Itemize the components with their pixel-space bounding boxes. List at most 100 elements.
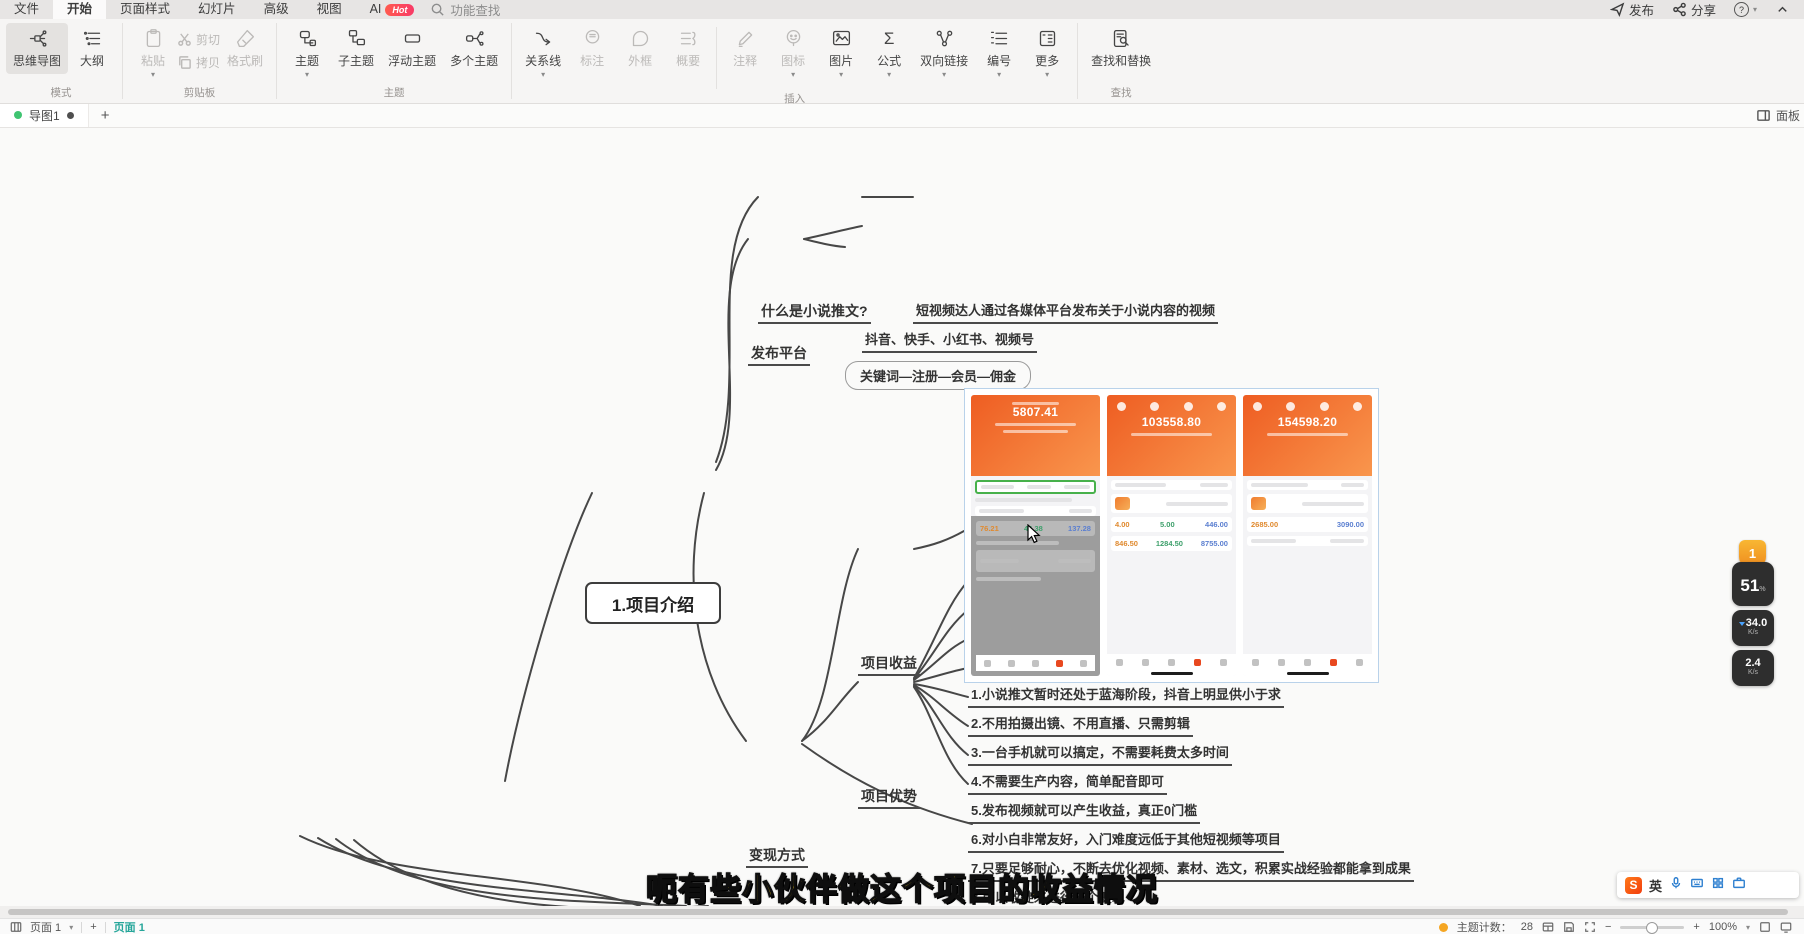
save-icon[interactable] xyxy=(1563,921,1575,933)
net-monitor-widget[interactable]: 1 51% 34.0K/s 2.4K/s xyxy=(1728,540,1778,692)
upload-unit: K/s xyxy=(1732,669,1774,676)
share-label: 分享 xyxy=(1691,0,1716,19)
mic-icon[interactable] xyxy=(1669,876,1683,895)
copy-button[interactable]: 拷贝 xyxy=(177,54,220,71)
sigma-icon: Σ xyxy=(879,28,900,49)
outline-mode-button[interactable]: 大纲 xyxy=(68,23,116,74)
topic-what-is[interactable]: 什么是小说推文? xyxy=(758,303,871,324)
node-what-is-child[interactable]: 短视频达人通过各媒体平台发布关于小说内容的视频 xyxy=(913,303,1218,324)
group-find: 查找和替换 查找 xyxy=(1078,19,1164,103)
callout-button[interactable]: 标注 xyxy=(568,23,616,74)
panel-toggle[interactable]: 面板 xyxy=(1756,107,1804,124)
feature-search-label: 功能查找 xyxy=(450,0,500,19)
ime-toolbar[interactable]: S 英 xyxy=(1617,872,1799,898)
topic-income[interactable]: 项目收益 xyxy=(858,655,920,676)
node-advantage-5[interactable]: 5.发布视频就可以产生收益，真正0门槛 xyxy=(968,803,1200,824)
multi-topic-button[interactable]: 多个主题 xyxy=(443,23,505,74)
toolbox-icon[interactable] xyxy=(1732,876,1746,895)
group-label-insert: 插入 xyxy=(518,89,1071,109)
numbering-button[interactable]: 编号 ▾ xyxy=(975,23,1023,82)
floating-topic-icon xyxy=(402,28,423,49)
board-view-icon[interactable] xyxy=(10,921,22,933)
zoom-level[interactable]: 100% xyxy=(1709,921,1737,933)
floating-topic-button[interactable]: 浮动主题 xyxy=(381,23,443,74)
menu-file[interactable]: 文件 xyxy=(0,0,53,19)
find-replace-button[interactable]: 查找和替换 xyxy=(1084,23,1158,74)
format-painter-button[interactable]: 格式刷 xyxy=(220,23,270,74)
node-advantage-6[interactable]: 6.对小白非常友好，入门难度远低于其他短视频等项目 xyxy=(968,832,1284,853)
grid-icon[interactable] xyxy=(1711,876,1725,895)
page-selector[interactable]: 页面 1 xyxy=(30,919,61,934)
multi-topic-icon xyxy=(464,28,485,49)
formula-button[interactable]: Σ 公式 ▾ xyxy=(865,23,913,82)
cut-button[interactable]: 剪切 xyxy=(177,31,220,48)
collapse-ribbon-button[interactable] xyxy=(1775,2,1790,17)
node-platform-list[interactable]: 抖音、快手、小红书、视频号 xyxy=(862,332,1037,353)
more-label: 更多 xyxy=(1035,52,1059,69)
ime-mode-toggle[interactable]: 英 xyxy=(1649,876,1662,895)
menu-slides[interactable]: 幻灯片 xyxy=(184,0,250,19)
copy-icon xyxy=(177,55,192,70)
status-bar: 页面 1 ▾ + 页面 1 主题计数： 28 − + 100% ▾ xyxy=(0,918,1804,934)
summary-button[interactable]: 概要 xyxy=(664,23,712,74)
node-advantage-2[interactable]: 2.不用拍摄出镜、不用直播、只需剪辑 xyxy=(968,716,1193,737)
help-icon: ? xyxy=(1734,2,1749,17)
fullscreen-icon[interactable] xyxy=(1759,921,1771,933)
presentation-icon[interactable] xyxy=(1780,921,1792,933)
paste-button[interactable]: 粘贴 ▾ xyxy=(129,23,177,82)
menu-advanced[interactable]: 高级 xyxy=(250,0,303,19)
chevron-down-icon: ▾ xyxy=(1753,7,1757,12)
horizontal-scrollbar-thumb[interactable] xyxy=(8,909,1788,915)
sheet-tab[interactable]: 导图1 xyxy=(0,103,89,127)
menu-page-style[interactable]: 页面样式 xyxy=(106,0,184,19)
node-keyword-flow[interactable]: 关键词—注册—会员—佣金 xyxy=(845,361,1031,390)
subtopic-button[interactable]: 子主题 xyxy=(331,23,381,74)
topic-button[interactable]: 主题 ▾ xyxy=(283,23,331,82)
icon-button[interactable]: 图标 ▾ xyxy=(769,23,817,82)
menu-view[interactable]: 视图 xyxy=(303,0,356,19)
note-button[interactable]: 注释 xyxy=(721,23,769,74)
card-view-icon[interactable] xyxy=(1542,921,1554,933)
node-advantage-1[interactable]: 1.小说推文暂时还处于蓝海阶段，抖音上明显供小于求 xyxy=(968,687,1284,708)
scissors-icon xyxy=(177,32,192,47)
unsaved-dot-icon xyxy=(67,112,74,119)
home-indicator xyxy=(1151,672,1193,675)
horizontal-scrollbar[interactable] xyxy=(0,906,1804,918)
publish-button[interactable]: 发布 xyxy=(1610,0,1654,19)
node-advantage-4[interactable]: 4.不需要生产内容，简单配音即可 xyxy=(968,774,1167,795)
active-page-tab[interactable]: 页面 1 xyxy=(114,919,145,934)
callout-label: 标注 xyxy=(580,52,604,69)
feature-search[interactable]: 功能查找 xyxy=(430,0,500,19)
add-sheet-button[interactable]: + xyxy=(89,107,122,124)
image-button[interactable]: 图片 ▾ xyxy=(817,23,865,82)
topic-platforms[interactable]: 发布平台 xyxy=(748,345,810,366)
zoom-out-button[interactable]: − xyxy=(1605,921,1611,933)
fit-screen-icon[interactable] xyxy=(1584,921,1596,933)
root-topic-node[interactable]: 1.项目介绍 xyxy=(585,582,721,624)
zoom-slider-knob[interactable] xyxy=(1646,922,1658,934)
share-button[interactable]: 分享 xyxy=(1672,0,1716,19)
sheet-tab-label: 导图1 xyxy=(29,107,60,124)
topic-advantages[interactable]: 项目优势 xyxy=(858,788,920,809)
bidirectional-link-button[interactable]: 双向链接 ▾ xyxy=(913,23,975,82)
help-button[interactable]: ? ▾ xyxy=(1734,2,1757,17)
download-unit: K/s xyxy=(1732,629,1774,636)
mindmap-canvas[interactable]: 1.项目介绍 什么是小说推文? 短视频达人通过各媒体平台发布关于小说内容的视频 … xyxy=(0,127,1804,906)
zoom-slider[interactable] xyxy=(1620,926,1684,929)
node-advantage-3[interactable]: 3.一台手机就可以搞定，不需要耗费太多时间 xyxy=(968,745,1232,766)
relation-line-button[interactable]: 关系线 ▾ xyxy=(518,23,568,82)
group-mode: 思维导图 大纲 模式 xyxy=(0,19,122,103)
note-label: 注释 xyxy=(733,52,757,69)
menu-ai[interactable]: AI xyxy=(356,0,384,19)
phone2-num-5: 1284.50 xyxy=(1156,539,1183,548)
topic-icon xyxy=(297,28,318,49)
menu-home[interactable]: 开始 xyxy=(53,0,106,19)
add-page-button[interactable]: + xyxy=(90,921,96,933)
boundary-button[interactable]: 外框 xyxy=(616,23,664,74)
zoom-in-button[interactable]: + xyxy=(1693,921,1699,933)
more-button[interactable]: 更多 ▾ xyxy=(1023,23,1071,82)
keyboard-icon[interactable] xyxy=(1690,876,1704,895)
phone2-nav-bar xyxy=(1107,654,1236,670)
chevron-down-icon: ▾ xyxy=(69,925,73,930)
mindmap-mode-button[interactable]: 思维导图 xyxy=(6,23,68,74)
